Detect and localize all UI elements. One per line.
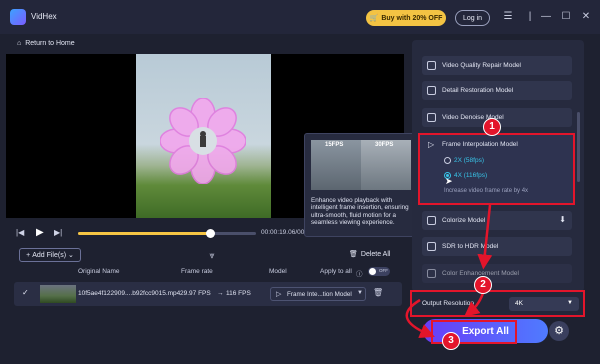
- tooltip-text: Enhance video playback with intelligent …: [311, 197, 409, 227]
- buy-button-label: Buy with 20% OFF: [381, 14, 443, 22]
- option-4x-label[interactable]: 4X (116fps): [454, 172, 487, 179]
- model-icon: ▷: [276, 291, 282, 298]
- video-repair-icon: [427, 61, 436, 70]
- model-item-sdr-hdr[interactable]: SDR to HDR Model: [422, 237, 572, 256]
- model-item-colorize[interactable]: Colorize Model ⬇: [422, 211, 572, 230]
- trash-icon: 🗑: [349, 251, 358, 258]
- row-model-select[interactable]: ▷ Frame Inte...tion Model ▼: [270, 287, 366, 301]
- delete-all-button[interactable]: 🗑 Delete All: [349, 250, 391, 259]
- return-home-link[interactable]: ⌂ Return to Home: [17, 40, 75, 47]
- target-fps: 116 FPS: [226, 290, 251, 297]
- buy-button[interactable]: 🛒 Buy with 20% OFF: [366, 10, 446, 26]
- chevron-down-icon: ⌄: [68, 252, 74, 259]
- cart-icon: 🛒: [369, 15, 379, 22]
- flower-graphic: [160, 98, 246, 184]
- app-window: VidHex 🛒 Buy with 20% OFF Log in ☰ | — ☐…: [0, 0, 600, 364]
- plus-icon: +: [26, 251, 31, 259]
- video-frame: [136, 54, 271, 218]
- step-badge-3: 3: [442, 332, 460, 350]
- minimize-icon[interactable]: —: [540, 11, 552, 23]
- prev-frame-icon[interactable]: |◀: [16, 228, 24, 237]
- check-icon[interactable]: ✓: [22, 288, 29, 297]
- cursor-icon: ➤: [445, 176, 453, 186]
- panel-scrollbar[interactable]: [577, 112, 580, 182]
- detail-icon: [427, 86, 436, 95]
- home-icon: ⌂: [17, 40, 22, 47]
- return-home-label: Return to Home: [25, 40, 75, 47]
- resolution-select[interactable]: 4K ▼: [509, 297, 579, 311]
- frame-interpolation-card[interactable]: ▷ Frame Interpolation Model 2X (58fps) 4…: [418, 133, 575, 205]
- header-frame-rate: Frame rate: [181, 268, 213, 275]
- option-2x-radio[interactable]: [444, 157, 451, 164]
- gear-icon[interactable]: ⚙: [549, 321, 569, 341]
- hdr-icon: [427, 242, 436, 251]
- header-apply-all: Apply to all: [320, 268, 352, 275]
- fps-high-preview: 30FPS: [361, 140, 411, 190]
- progress-handle[interactable]: [205, 229, 215, 238]
- header-model: Model: [269, 268, 287, 275]
- title-bar: VidHex 🛒 Buy with 20% OFF Log in ☰ | — ☐…: [0, 0, 600, 34]
- add-files-label: Add File(s): [32, 251, 67, 259]
- file-name: 10f5ae4f122909....b92fcc9015.mp4: [78, 290, 181, 297]
- maximize-icon[interactable]: ☐: [560, 11, 572, 23]
- option-2x-label[interactable]: 2X (58fps): [454, 157, 484, 164]
- model-item-label: Colorize Model: [442, 217, 486, 224]
- model-description: Increase video frame rate by 4x: [444, 188, 529, 194]
- source-fps: 29.97 FPS: [180, 290, 211, 297]
- resolution-value: 4K: [515, 300, 523, 307]
- time-display: 00:00:19.06/00: [261, 229, 305, 236]
- model-item-detail-restoration[interactable]: Detail Restoration Model: [422, 81, 572, 100]
- fps-comparison-image: 15FPS 30FPS: [311, 140, 411, 190]
- progress-track[interactable]: [78, 229, 256, 238]
- chevron-down-icon: ▼: [357, 290, 363, 296]
- interpolation-icon: ▷: [428, 140, 435, 149]
- app-logo: [10, 9, 26, 25]
- model-item-video-quality-repair[interactable]: Video Quality Repair Model: [422, 56, 572, 75]
- merge-icon[interactable]: ⩔: [206, 250, 218, 260]
- divider-icon: |: [528, 11, 532, 22]
- toggle-label: OFF: [379, 268, 388, 273]
- next-frame-icon[interactable]: ▶|: [54, 228, 62, 237]
- model-item-label: Video Quality Repair Model: [442, 62, 522, 69]
- output-resolution-box: Output Resolution 4K ▼: [410, 290, 585, 317]
- info-icon: ⓘ: [356, 271, 363, 278]
- download-icon[interactable]: ⬇: [559, 215, 566, 224]
- fps-right-label: 30FPS: [375, 142, 394, 148]
- model-tooltip: 15FPS 30FPS Enhance video playback with …: [304, 133, 416, 237]
- model-item-label: SDR to HDR Model: [442, 243, 499, 250]
- step-badge-1: 1: [483, 118, 501, 136]
- trash-icon[interactable]: 🗑: [373, 288, 383, 297]
- denoise-icon: [427, 113, 436, 122]
- file-row[interactable]: ✓ 10f5ae4f122909....b92fcc9015.mp4 29.97…: [14, 282, 402, 306]
- colorize-icon: [427, 216, 436, 225]
- fps-arrow: →: [217, 290, 224, 297]
- model-item-label: Detail Restoration Model: [442, 87, 514, 94]
- header-original-name: Original Name: [78, 268, 120, 275]
- color-enhance-icon: [427, 269, 436, 278]
- fps-left-label: 15FPS: [325, 142, 344, 148]
- app-name: VidHex: [31, 12, 57, 21]
- selected-model-title: Frame Interpolation Model: [442, 141, 518, 148]
- fps-low-preview: 15FPS: [311, 140, 361, 190]
- file-thumbnail: [40, 285, 76, 303]
- close-icon[interactable]: ✕: [580, 11, 592, 23]
- chevron-down-icon: ▼: [567, 300, 573, 306]
- row-model-label: Frame Inte...tion Model: [287, 291, 352, 298]
- model-item-color-enhancement[interactable]: Color Enhancement Model: [422, 264, 572, 283]
- output-resolution-label: Output Resolution: [422, 300, 475, 307]
- login-button[interactable]: Log in: [455, 10, 490, 26]
- toggle-knob: [369, 268, 376, 275]
- playback-bar: |◀ ▶ ▶| 00:00:19.06/00: [6, 224, 404, 242]
- play-icon[interactable]: ▶: [36, 227, 44, 238]
- step-badge-2: 2: [474, 276, 492, 294]
- delete-all-label: Delete All: [360, 250, 391, 258]
- add-files-button[interactable]: + Add File(s) ⌄: [19, 248, 81, 262]
- menu-icon[interactable]: ☰: [502, 11, 514, 23]
- progress-fill: [78, 232, 210, 235]
- apply-all-toggle[interactable]: OFF: [368, 267, 390, 276]
